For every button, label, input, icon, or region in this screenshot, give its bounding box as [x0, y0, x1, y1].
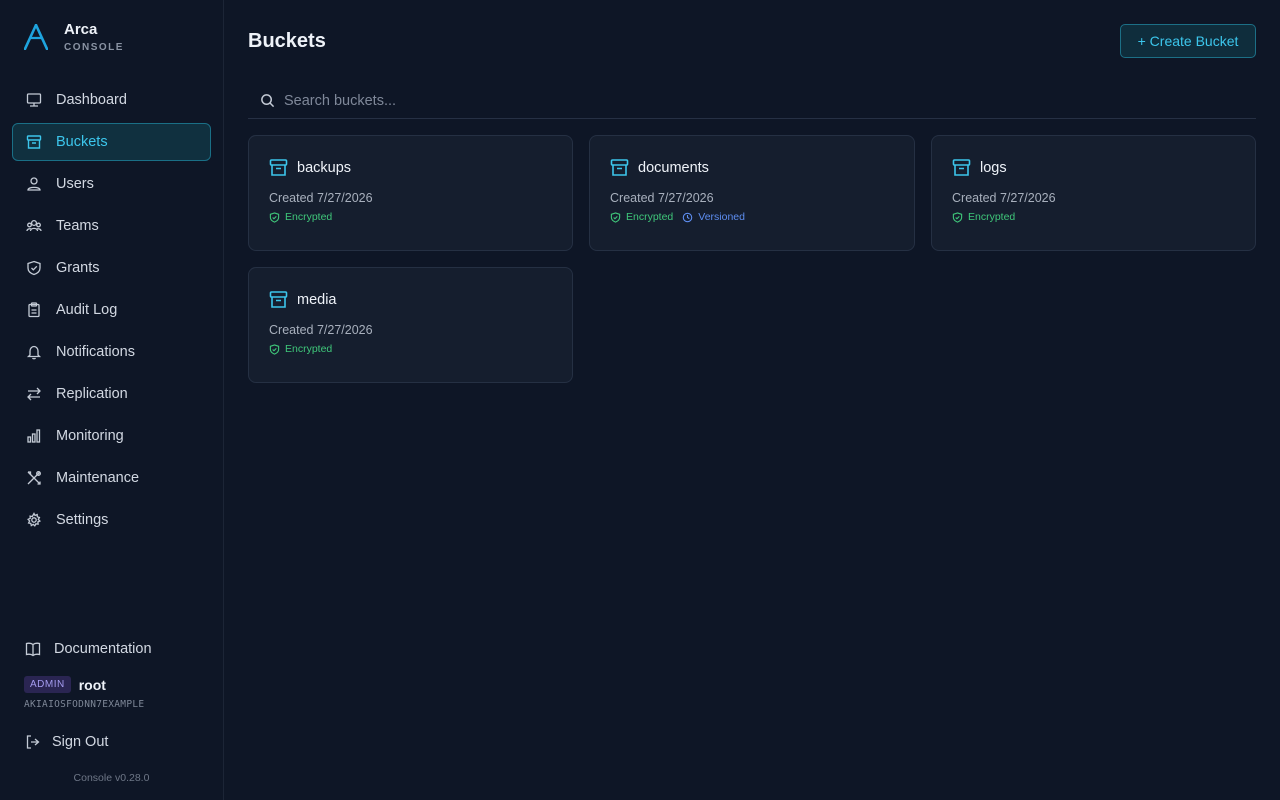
sidebar-item-maintenance[interactable]: Maintenance: [12, 459, 211, 497]
bucket-created: Created 7/27/2026: [269, 323, 373, 337]
bell-icon: [26, 345, 42, 360]
brand-name: Arca: [64, 21, 98, 38]
arca-logo-icon: [24, 24, 48, 50]
current-user: ADMIN root AKIAIOSFODNN7EXAMPLE: [12, 676, 211, 710]
create-bucket-button[interactable]: + Create Bucket: [1120, 24, 1256, 58]
sidebar-item-label: Audit Log: [56, 302, 118, 318]
sidebar-item-buckets[interactable]: Buckets: [12, 123, 211, 161]
bucket-name: backups: [297, 159, 352, 176]
bucket-icon: [952, 159, 971, 176]
bucket-name: logs: [980, 159, 1007, 176]
sidebar-item-label: Users: [56, 176, 94, 192]
bucket-created: Created 7/27/2026: [952, 191, 1056, 205]
username: root: [78, 676, 106, 693]
sidebar-item-dashboard[interactable]: Dashboard: [12, 81, 211, 119]
role-badge: ADMIN: [24, 676, 71, 693]
encrypted-badge: Encrypted: [269, 343, 332, 355]
shield-check-icon: [952, 211, 963, 223]
shield-icon: [27, 260, 41, 276]
version-text: Console v0.28.0: [73, 772, 150, 784]
clipboard-icon: [28, 302, 40, 318]
sidebar-footer: Documentation ADMIN root AKIAIOSFODNN7EX…: [12, 630, 211, 784]
brand[interactable]: Arca CONSOLE: [24, 22, 124, 53]
bucket-card-documents[interactable]: documents Created 7/27/2026 Encrypted Ve…: [589, 135, 915, 251]
encrypted-badge: Encrypted: [952, 211, 1015, 223]
bucket-grid: backups Created 7/27/2026 Encrypted docu…: [248, 135, 1256, 383]
bucket-icon: [269, 159, 288, 176]
sidebar-item-audit-log[interactable]: Audit Log: [12, 291, 211, 329]
documentation-link[interactable]: Documentation: [12, 630, 211, 668]
page-title: Buckets: [248, 30, 326, 52]
encrypted-badge: Encrypted: [610, 211, 673, 223]
bar-chart-icon: [27, 429, 41, 443]
tools-icon: [27, 471, 41, 485]
arrows-icon: [27, 387, 41, 401]
encrypted-badge: Encrypted: [269, 211, 332, 223]
bucket-name: media: [297, 291, 337, 308]
teams-icon: [26, 219, 42, 232]
book-icon: [25, 642, 41, 657]
access-key: AKIAIOSFODNN7EXAMPLE: [24, 699, 145, 710]
tag-label: Encrypted: [968, 211, 1016, 223]
brand-subtitle: CONSOLE: [64, 42, 124, 53]
search-bar: [248, 83, 1256, 119]
bucket-icon: [26, 135, 42, 149]
sidebar-item-label: Grants: [56, 260, 100, 276]
sidebar-item-grants[interactable]: Grants: [12, 249, 211, 287]
gear-icon: [27, 512, 42, 527]
documentation-label: Documentation: [54, 641, 152, 657]
tag-label: Encrypted: [285, 211, 333, 223]
clock-icon: [683, 212, 693, 222]
sidebar-item-teams[interactable]: Teams: [12, 207, 211, 245]
bucket-icon: [610, 159, 629, 176]
search-icon: [261, 94, 275, 108]
tag-label: Encrypted: [626, 211, 674, 223]
sidebar-item-label: Monitoring: [56, 428, 124, 444]
sidebar-item-replication[interactable]: Replication: [12, 375, 211, 413]
sidebar-item-label: Buckets: [56, 134, 108, 150]
sidebar-nav: Dashboard Buckets Users Teams Grants Aud…: [12, 81, 211, 543]
sidebar-item-users[interactable]: Users: [12, 165, 211, 203]
bucket-card-backups[interactable]: backups Created 7/27/2026 Encrypted: [248, 135, 573, 251]
sidebar-item-label: Maintenance: [56, 470, 140, 486]
sidebar-item-monitoring[interactable]: Monitoring: [12, 417, 211, 455]
bucket-created: Created 7/27/2026: [269, 191, 373, 205]
sidebar-item-label: Settings: [56, 512, 109, 528]
versioned-badge: Versioned: [682, 211, 745, 223]
tag-label: Versioned: [698, 211, 745, 223]
bucket-icon: [269, 291, 288, 308]
sidebar: Arca CONSOLE Dashboard Buckets Users Tea…: [0, 0, 224, 800]
bucket-name: documents: [638, 159, 709, 176]
shield-check-icon: [610, 211, 621, 223]
sidebar-item-label: Teams: [56, 218, 99, 234]
shield-check-icon: [269, 211, 280, 223]
tag-label: Encrypted: [285, 343, 333, 355]
dashboard-icon: [26, 93, 42, 107]
shield-check-icon: [269, 343, 280, 355]
bucket-created: Created 7/27/2026: [610, 191, 714, 205]
search-input[interactable]: [284, 92, 1184, 109]
bucket-card-media[interactable]: media Created 7/27/2026 Encrypted: [248, 267, 573, 383]
sidebar-item-label: Dashboard: [56, 92, 127, 108]
sidebar-item-label: Replication: [56, 386, 128, 402]
sidebar-item-settings[interactable]: Settings: [12, 501, 211, 539]
sidebar-item-label: Notifications: [56, 344, 135, 360]
user-icon: [27, 177, 41, 191]
sign-out-label: Sign Out: [52, 734, 109, 750]
sign-out-button[interactable]: Sign Out: [12, 724, 211, 760]
bucket-card-logs[interactable]: logs Created 7/27/2026 Encrypted: [931, 135, 1256, 251]
sign-out-icon: [26, 735, 40, 749]
sidebar-item-notifications[interactable]: Notifications: [12, 333, 211, 371]
